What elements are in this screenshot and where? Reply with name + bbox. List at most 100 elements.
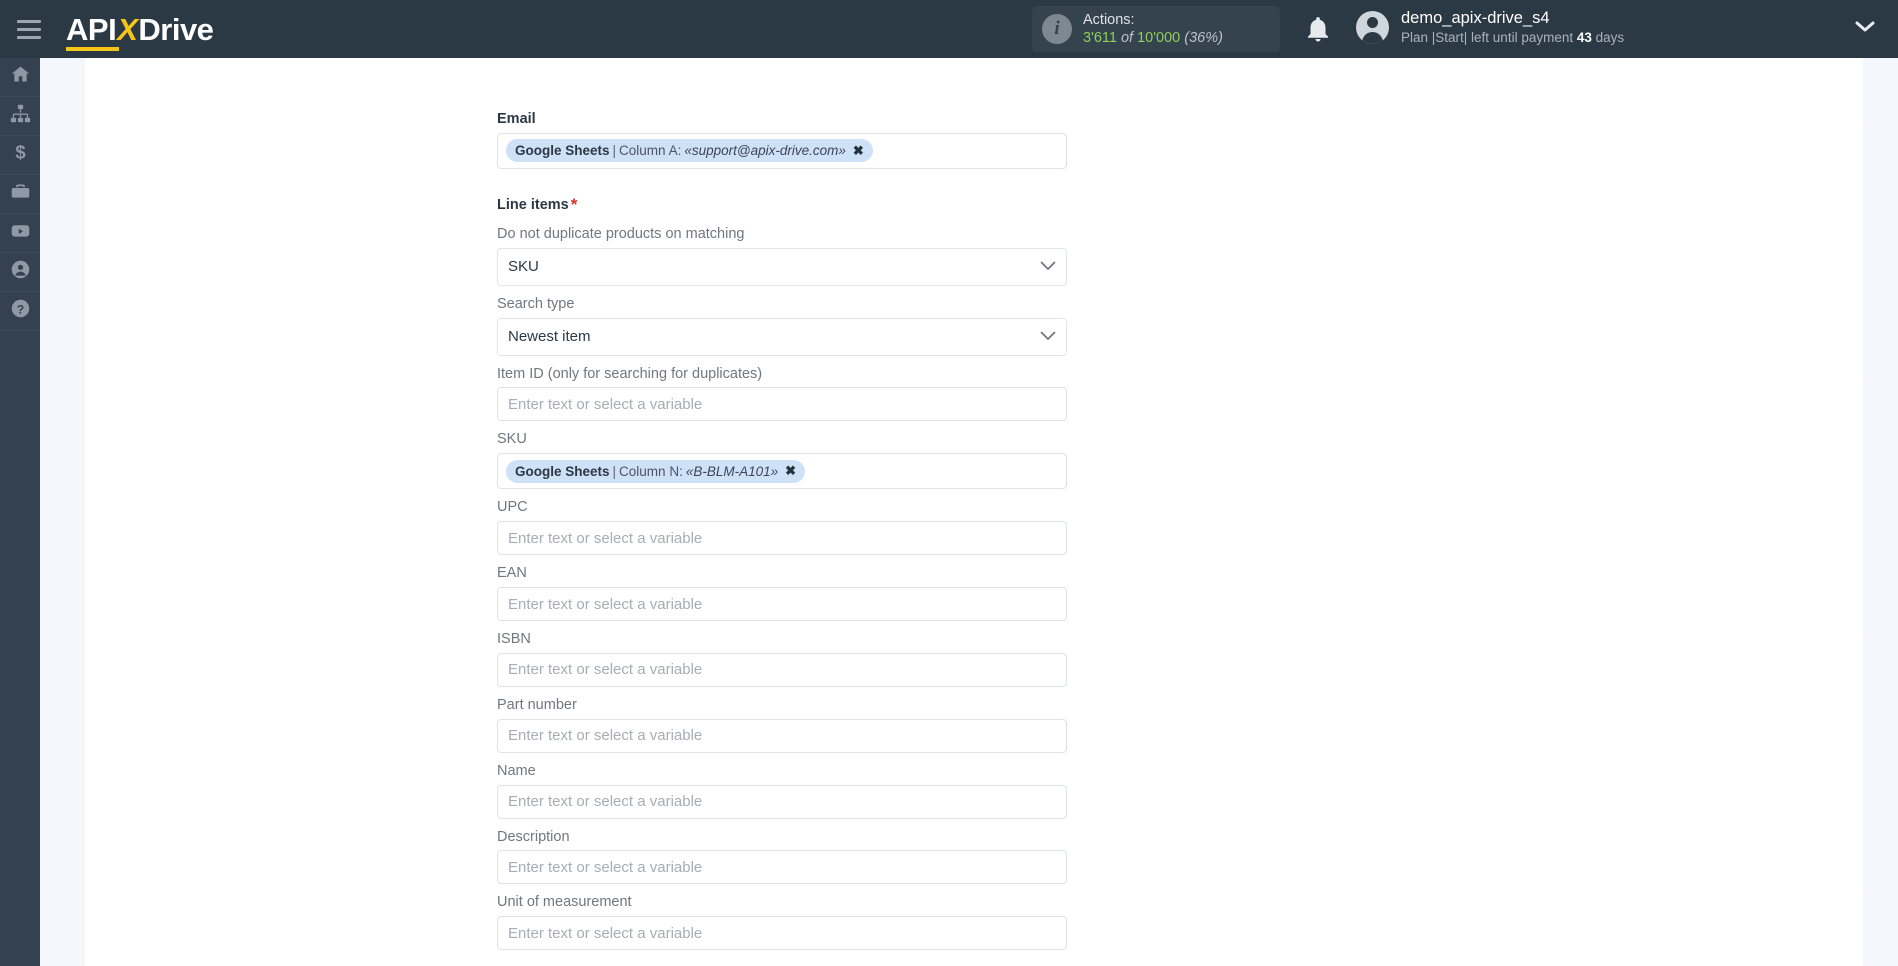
section-line-items: Line items * (497, 194, 1067, 216)
field-description: Description Enter text or select a varia… (497, 828, 1067, 885)
actions-label: Actions: (1083, 11, 1135, 28)
input-isbn[interactable]: Enter text or select a variable (497, 652, 1067, 687)
label-upc: UPC (497, 499, 528, 516)
chip-column: Column A: (619, 143, 682, 159)
plan-prefix: Plan |Start| left until payment (1401, 30, 1577, 46)
placeholder-isbn: Enter text or select a variable (508, 661, 703, 679)
logo-text-drive: Drive (138, 11, 214, 47)
input-sku[interactable]: Google Sheets | Column N: «B-BLM-A101» ✖ (497, 453, 1067, 490)
label-line-items: Line items * (497, 194, 1067, 216)
select-duplicate-matching[interactable]: SKU (497, 247, 1067, 286)
value-duplicate-matching: SKU (508, 258, 539, 276)
input-unit-of-measurement[interactable]: Enter text or select a variable (497, 916, 1067, 951)
field-ean: EAN Enter text or select a variable (497, 564, 1067, 621)
required-asterisk: * (570, 194, 578, 214)
actions-values: 3'611 of 10'000 (36%) (1083, 29, 1223, 47)
chevron-down-icon (1040, 259, 1056, 275)
placeholder-part-number: Enter text or select a variable (508, 727, 703, 745)
field-name: Name Enter text or select a variable (497, 762, 1067, 819)
placeholder-unit-of-measurement: Enter text or select a variable (508, 924, 703, 942)
label-email: Email (497, 111, 536, 127)
label-part-number: Part number (497, 696, 577, 713)
page-body: Email Google Sheets | Column A: «support… (40, 58, 1898, 966)
actions-counter-badge[interactable]: i Actions: 3'611 of 10'000 (36%) (1032, 6, 1280, 52)
sidebar-item-billing[interactable]: $ (0, 136, 40, 175)
input-part-number[interactable]: Enter text or select a variable (497, 718, 1067, 753)
chip-separator: | (612, 463, 617, 479)
field-part-number: Part number Enter text or select a varia… (497, 696, 1067, 753)
plan-suffix: days (1591, 30, 1625, 46)
input-name[interactable]: Enter text or select a variable (497, 784, 1067, 819)
placeholder-item-id: Enter text or select a variable (508, 395, 703, 413)
actions-of: of (1120, 30, 1134, 46)
dollar-icon: $ (10, 142, 31, 168)
label-line-items-text: Line items (497, 196, 569, 213)
svg-text:$: $ (15, 142, 25, 163)
app-header: API X Drive i Actions: 3'611 of 10'000 (36… (0, 0, 1898, 58)
logo-text-api: API (66, 11, 120, 51)
chip-separator: | (612, 143, 617, 159)
chip-column: Column N: (619, 463, 683, 479)
field-upc: UPC Enter text or select a variable (497, 498, 1067, 556)
placeholder-ean: Enter text or select a variable (508, 595, 703, 613)
avatar (1356, 10, 1389, 44)
sidebar-item-business[interactable] (0, 175, 40, 214)
chip-source: Google Sheets (515, 463, 610, 479)
content-card: Email Google Sheets | Column A: «support… (85, 58, 1863, 966)
input-item-id[interactable]: Enter text or select a variable (497, 387, 1067, 422)
label-unit-of-measurement: Unit of measurement (497, 894, 632, 911)
chip-value: «B-BLM-A101» (685, 463, 779, 479)
sidebar-item-connections[interactable] (0, 97, 40, 136)
select-search-type[interactable]: Newest item (497, 317, 1067, 356)
chip-remove-icon[interactable]: ✖ (785, 463, 796, 479)
field-email: Email Google Sheets | Column A: «support… (497, 110, 1067, 169)
chip-value: «support@apix-drive.com» (684, 143, 846, 159)
field-sku: SKU Google Sheets | Column N: «B-BLM-A10… (497, 430, 1067, 490)
sidebar-item-video[interactable] (0, 214, 40, 253)
input-email[interactable]: Google Sheets | Column A: «support@apix-… (497, 132, 1067, 169)
placeholder-upc: Enter text or select a variable (508, 529, 703, 547)
actions-used: 3'611 (1083, 30, 1117, 46)
variable-chip-sku[interactable]: Google Sheets | Column N: «B-BLM-A101» ✖ (506, 459, 806, 483)
field-search-type: Search type Newest item (497, 295, 1067, 356)
chip-source: Google Sheets (515, 143, 610, 159)
plan-days: 43 (1576, 30, 1592, 46)
value-search-type: Newest item (508, 328, 591, 346)
sidebar-item-help[interactable]: ? (0, 292, 40, 331)
label-description: Description (497, 828, 570, 845)
sitemap-icon (10, 103, 31, 129)
home-icon (10, 64, 31, 90)
field-mapping-form: Email Google Sheets | Column A: «support… (497, 58, 1067, 959)
label-duplicate-matching: Do not duplicate products on matching (497, 225, 745, 242)
question-circle-icon: ? (10, 298, 31, 324)
app-logo[interactable]: API X Drive (66, 11, 214, 51)
logo-text-x: X (117, 11, 138, 47)
label-search-type: Search type (497, 295, 575, 312)
actions-percent: (36%) (1184, 30, 1223, 46)
field-duplicate-matching: Do not duplicate products on matching SK… (497, 225, 1067, 286)
youtube-icon (10, 220, 31, 246)
label-name: Name (497, 762, 536, 779)
sidebar-item-home[interactable] (0, 58, 40, 97)
user-circle-icon (10, 259, 31, 285)
chevron-down-icon (1040, 329, 1056, 345)
label-sku: SKU (497, 431, 527, 448)
input-ean[interactable]: Enter text or select a variable (497, 587, 1067, 621)
variable-chip-email[interactable]: Google Sheets | Column A: «support@apix-… (506, 139, 873, 163)
label-ean: EAN (497, 565, 527, 582)
info-icon: i (1042, 14, 1072, 44)
input-description[interactable]: Enter text or select a variable (497, 850, 1067, 885)
header-chevron-down-icon[interactable] (1855, 20, 1875, 39)
hamburger-menu-icon[interactable] (0, 0, 58, 58)
label-item-id: Item ID (only for searching for duplicat… (497, 365, 763, 382)
bell-icon[interactable] (1303, 14, 1333, 44)
briefcase-icon (10, 181, 31, 207)
user-plan-info: Plan |Start| left until payment 43 days (1401, 29, 1624, 47)
field-item-id: Item ID (only for searching for duplicat… (497, 365, 1067, 422)
field-isbn: ISBN Enter text or select a variable (497, 630, 1067, 687)
sidebar-item-account[interactable] (0, 253, 40, 292)
field-unit-of-measurement: Unit of measurement Enter text or select… (497, 893, 1067, 951)
user-menu[interactable]: demo_apix-drive_s4 Plan |Start| left unt… (1356, 8, 1624, 47)
chip-remove-icon[interactable]: ✖ (853, 143, 864, 159)
input-upc[interactable]: Enter text or select a variable (497, 521, 1067, 556)
